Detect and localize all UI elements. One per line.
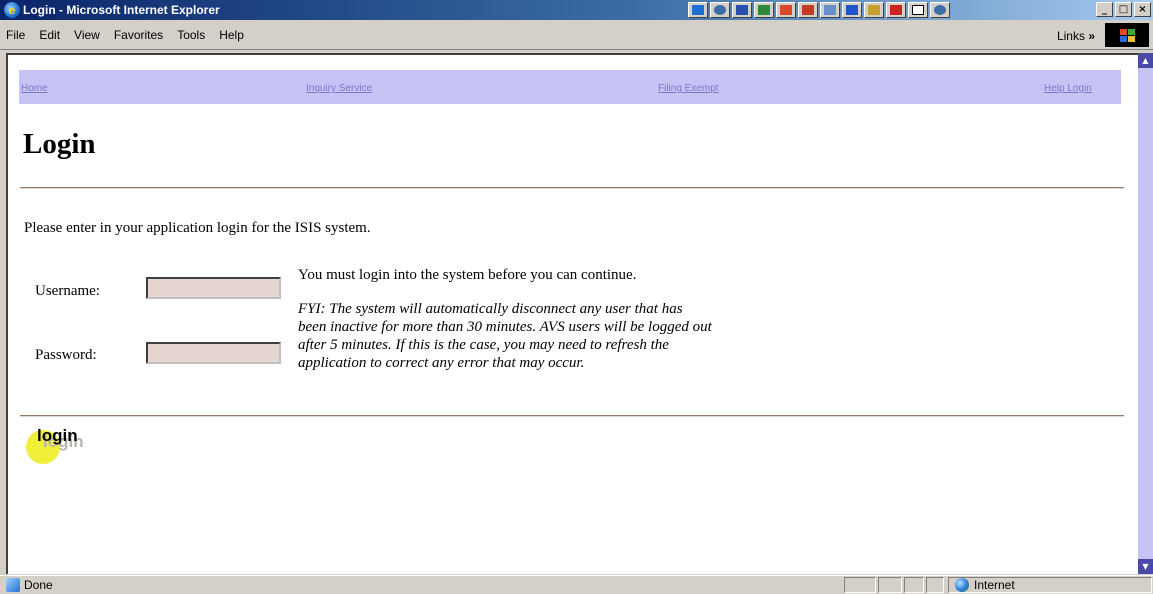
- nav-filing-exempt-link[interactable]: Filing Exempt: [658, 83, 719, 94]
- status-text: Done: [24, 578, 53, 592]
- fyi-line: FYI: The system will automatically disco…: [298, 301, 683, 317]
- menu-file[interactable]: File: [6, 28, 25, 42]
- scroll-down-icon[interactable]: ▼: [1138, 559, 1153, 574]
- nav-home-link[interactable]: Home: [21, 83, 48, 94]
- status-panes: [844, 577, 944, 593]
- windows-logo-icon: [1105, 23, 1149, 47]
- vertical-scrollbar[interactable]: ▲ ▼: [1138, 53, 1153, 574]
- close-button[interactable]: ×: [1134, 2, 1151, 17]
- login-button-label: login: [37, 426, 78, 445]
- status-pane: [844, 577, 876, 593]
- page-viewport: Home Inquiry Service Filing Exempt Help …: [6, 53, 1138, 574]
- security-zone: Internet: [948, 577, 1152, 593]
- status-pane: [904, 577, 924, 593]
- divider: [20, 187, 1124, 189]
- links-toolbar[interactable]: Links »: [1057, 29, 1095, 43]
- globe-icon: [955, 578, 969, 592]
- taskbar-tray: [688, 2, 950, 18]
- status-bar: Done Internet: [0, 575, 1153, 594]
- menu-view[interactable]: View: [74, 28, 100, 42]
- minimize-button[interactable]: _: [1096, 2, 1113, 17]
- status-pane: [878, 577, 902, 593]
- divider: [20, 415, 1124, 417]
- window-title: Login - Microsoft Internet Explorer: [23, 3, 220, 17]
- fyi-line: been inactive for more than 30 minutes. …: [298, 319, 712, 335]
- fyi-line: application to correct any error that ma…: [298, 355, 585, 371]
- excel-icon[interactable]: [754, 2, 774, 18]
- zone-label: Internet: [974, 578, 1015, 592]
- login-notice: You must login into the system before yo…: [298, 267, 637, 283]
- menu-bar: File Edit View Favorites Tools Help Link…: [0, 20, 1153, 50]
- nav-help-login-link[interactable]: Help Login: [1044, 83, 1092, 94]
- app-icon[interactable]: [864, 2, 884, 18]
- username-label: Username:: [35, 283, 100, 299]
- app-icon[interactable]: [820, 2, 840, 18]
- ie-icon[interactable]: [710, 2, 730, 18]
- menu-edit[interactable]: Edit: [39, 28, 60, 42]
- word-icon[interactable]: [732, 2, 752, 18]
- intro-text: Please enter in your application login f…: [24, 220, 371, 236]
- powerpoint-icon[interactable]: [798, 2, 818, 18]
- menu-tools[interactable]: Tools: [177, 28, 205, 42]
- search-icon[interactable]: [930, 2, 950, 18]
- top-nav: Home Inquiry Service Filing Exempt Help …: [19, 70, 1121, 104]
- app-icon[interactable]: [842, 2, 862, 18]
- menu-favorites[interactable]: Favorites: [114, 28, 163, 42]
- outlook-icon[interactable]: [776, 2, 796, 18]
- links-label: Links: [1056, 29, 1085, 43]
- app-icon[interactable]: [908, 2, 928, 18]
- quick-launch-icon[interactable]: [688, 2, 708, 18]
- scroll-up-icon[interactable]: ▲: [1138, 53, 1153, 68]
- window-controls: _ □ ×: [1096, 2, 1151, 17]
- menu-help[interactable]: Help: [219, 28, 244, 42]
- password-field[interactable]: [146, 342, 281, 364]
- acrobat-icon[interactable]: [886, 2, 906, 18]
- chevron-right-icon: »: [1088, 29, 1095, 43]
- ie-icon: e: [4, 2, 20, 18]
- password-label: Password:: [35, 347, 97, 363]
- status-pane: [926, 577, 944, 593]
- fyi-line: after 5 minutes. If this is the case, yo…: [298, 337, 669, 353]
- username-field[interactable]: [146, 277, 281, 299]
- fyi-note: FYI: The system will automatically disco…: [298, 300, 958, 372]
- page-title: Login: [23, 128, 96, 160]
- nav-inquiry-service-link[interactable]: Inquiry Service: [306, 83, 372, 94]
- title-bar: e Login - Microsoft Internet Explorer _ …: [0, 0, 1153, 20]
- maximize-button[interactable]: □: [1115, 2, 1132, 17]
- page-icon: [6, 578, 20, 592]
- login-button[interactable]: login login: [24, 424, 104, 464]
